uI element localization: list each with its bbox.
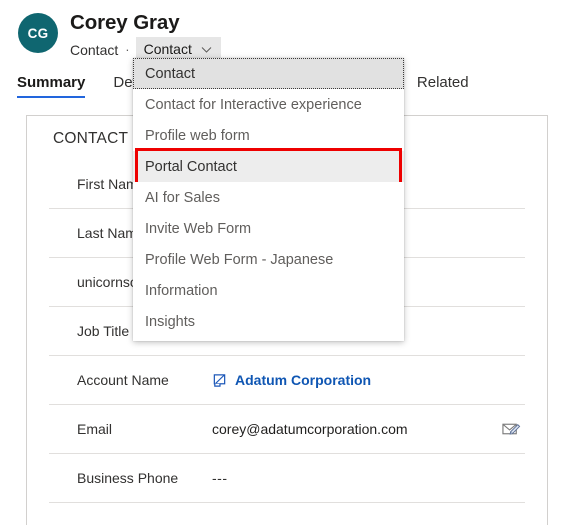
menu-item-label: Information xyxy=(145,282,218,299)
field-row-email: Email corey@adatumcorporation.com xyxy=(49,405,525,454)
record-header: CG Corey Gray Contact · Contact xyxy=(0,0,561,66)
menu-item-label: Insights xyxy=(145,313,195,330)
menu-item-label: AI for Sales xyxy=(145,189,220,206)
tab-label: Summary xyxy=(17,74,86,91)
tab-label: Related xyxy=(416,74,469,91)
menu-item-label: Profile Web Form - Japanese xyxy=(145,251,334,268)
menu-item-ai-for-sales[interactable]: AI for Sales xyxy=(133,182,404,213)
form-selector-label: Contact xyxy=(143,41,192,57)
header-text-block: Corey Gray Contact · Contact xyxy=(70,10,221,62)
menu-item-profile-web-form[interactable]: Profile web form xyxy=(133,120,404,151)
menu-item-label: Contact xyxy=(145,65,195,82)
tab-summary[interactable]: Summary xyxy=(17,74,86,98)
menu-item-profile-web-form-japanese[interactable]: Profile Web Form - Japanese xyxy=(133,244,404,275)
account-name-text: Adatum Corporation xyxy=(235,372,372,388)
menu-item-label: Contact for Interactive experience xyxy=(145,96,362,113)
chevron-down-icon xyxy=(200,43,213,56)
menu-item-label: Invite Web Form xyxy=(145,220,252,237)
page-title: Corey Gray xyxy=(70,11,180,34)
tab-related[interactable]: Related xyxy=(417,74,469,98)
email-compose-icon[interactable] xyxy=(502,421,521,437)
field-value[interactable]: corey@adatumcorporation.com xyxy=(212,421,525,437)
field-label: Business Phone xyxy=(77,470,179,486)
form-selector-menu: Contact Contact for Interactive experien… xyxy=(133,58,404,341)
menu-item-label: Portal Contact xyxy=(145,158,237,175)
entity-type-label: Contact xyxy=(70,41,119,58)
field-value[interactable]: --- xyxy=(212,470,525,486)
menu-item-information[interactable]: Information xyxy=(133,275,404,306)
field-row-account-name: Account Name Adatum Corporation xyxy=(49,356,525,405)
subline-separator: · xyxy=(125,41,130,57)
account-name-lookup[interactable]: Adatum Corporation xyxy=(212,372,525,388)
field-row-business-phone: Business Phone --- xyxy=(49,454,525,503)
field-label: Account Name xyxy=(77,372,169,388)
menu-item-contact-for-interactive-experience[interactable]: Contact for Interactive experience xyxy=(133,89,404,120)
menu-item-insights[interactable]: Insights xyxy=(133,306,404,337)
avatar: CG xyxy=(18,13,58,53)
account-icon xyxy=(212,373,227,388)
menu-item-invite-web-form[interactable]: Invite Web Form xyxy=(133,213,404,244)
menu-item-portal-contact[interactable]: Portal Contact xyxy=(133,148,404,185)
field-label: Email xyxy=(77,421,113,437)
menu-item-label: Profile web form xyxy=(145,127,250,144)
menu-item-contact[interactable]: Contact xyxy=(133,58,404,89)
